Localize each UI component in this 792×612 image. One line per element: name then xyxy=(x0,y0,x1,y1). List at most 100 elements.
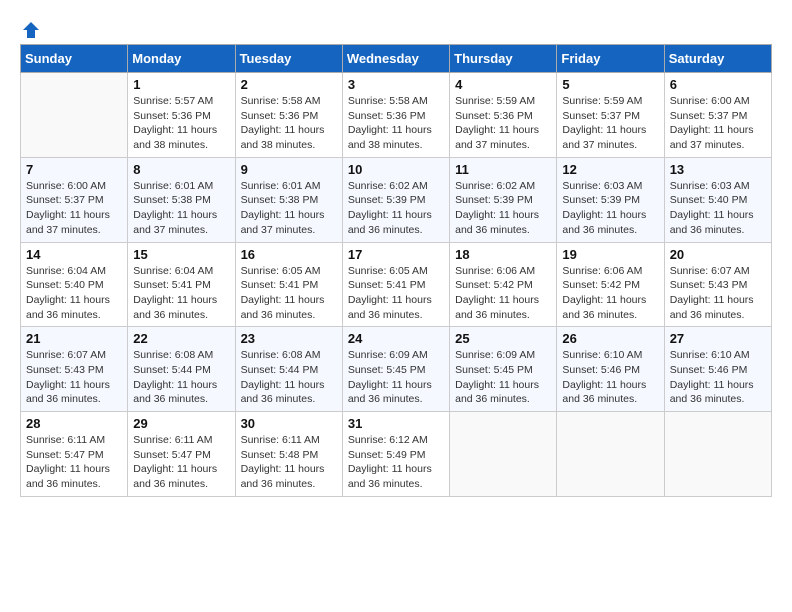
logo xyxy=(20,20,42,34)
calendar-cell: 20 Sunrise: 6:07 AM Sunset: 5:43 PM Dayli… xyxy=(664,242,771,327)
day-number: 28 xyxy=(26,416,122,431)
day-number: 10 xyxy=(348,162,444,177)
calendar-cell: 7 Sunrise: 6:00 AM Sunset: 5:37 PM Daylig… xyxy=(21,157,128,242)
calendar-cell xyxy=(664,412,771,497)
day-number: 17 xyxy=(348,247,444,262)
day-number: 7 xyxy=(26,162,122,177)
calendar-cell: 4 Sunrise: 5:59 AM Sunset: 5:36 PM Daylig… xyxy=(450,73,557,158)
day-number: 5 xyxy=(562,77,658,92)
col-header-wednesday: Wednesday xyxy=(342,45,449,73)
calendar-table: SundayMondayTuesdayWednesdayThursdayFrid… xyxy=(20,44,772,497)
day-number: 16 xyxy=(241,247,337,262)
week-row-2: 7 Sunrise: 6:00 AM Sunset: 5:37 PM Daylig… xyxy=(21,157,772,242)
calendar-cell: 26 Sunrise: 6:10 AM Sunset: 5:46 PM Dayli… xyxy=(557,327,664,412)
cell-info: Sunrise: 6:00 AM Sunset: 5:37 PM Dayligh… xyxy=(26,179,122,238)
cell-info: Sunrise: 6:02 AM Sunset: 5:39 PM Dayligh… xyxy=(348,179,444,238)
calendar-cell: 1 Sunrise: 5:57 AM Sunset: 5:36 PM Daylig… xyxy=(128,73,235,158)
cell-info: Sunrise: 6:02 AM Sunset: 5:39 PM Dayligh… xyxy=(455,179,551,238)
week-row-1: 1 Sunrise: 5:57 AM Sunset: 5:36 PM Daylig… xyxy=(21,73,772,158)
day-number: 20 xyxy=(670,247,766,262)
day-number: 25 xyxy=(455,331,551,346)
cell-info: Sunrise: 6:06 AM Sunset: 5:42 PM Dayligh… xyxy=(455,264,551,323)
calendar-cell: 12Sunrise: 6:03 AM Sunset: 5:39 PM Dayli… xyxy=(557,157,664,242)
day-number: 11 xyxy=(455,162,551,177)
cell-info: Sunrise: 6:10 AM Sunset: 5:46 PM Dayligh… xyxy=(562,348,658,407)
day-number: 23 xyxy=(241,331,337,346)
cell-info: Sunrise: 6:11 AM Sunset: 5:47 PM Dayligh… xyxy=(133,433,229,492)
cell-info: Sunrise: 6:11 AM Sunset: 5:48 PM Dayligh… xyxy=(241,433,337,492)
calendar-cell xyxy=(557,412,664,497)
calendar-cell: 8 Sunrise: 6:01 AM Sunset: 5:38 PM Daylig… xyxy=(128,157,235,242)
calendar-cell: 22Sunrise: 6:08 AM Sunset: 5:44 PM Dayli… xyxy=(128,327,235,412)
cell-info: Sunrise: 5:58 AM Sunset: 5:36 PM Dayligh… xyxy=(241,94,337,153)
col-header-tuesday: Tuesday xyxy=(235,45,342,73)
calendar-cell: 18 Sunrise: 6:06 AM Sunset: 5:42 PM Dayli… xyxy=(450,242,557,327)
week-row-5: 28 Sunrise: 6:11 AM Sunset: 5:47 PM Dayli… xyxy=(21,412,772,497)
calendar-cell: 15 Sunrise: 6:04 AM Sunset: 5:41 PM Dayli… xyxy=(128,242,235,327)
calendar-cell: 27 Sunrise: 6:10 AM Sunset: 5:46 PM Dayli… xyxy=(664,327,771,412)
calendar-cell: 28 Sunrise: 6:11 AM Sunset: 5:47 PM Dayli… xyxy=(21,412,128,497)
cell-info: Sunrise: 6:04 AM Sunset: 5:41 PM Dayligh… xyxy=(133,264,229,323)
cell-info: Sunrise: 6:03 AM Sunset: 5:40 PM Dayligh… xyxy=(670,179,766,238)
calendar-cell: 14Sunrise: 6:04 AM Sunset: 5:40 PM Dayli… xyxy=(21,242,128,327)
cell-info: Sunrise: 5:57 AM Sunset: 5:36 PM Dayligh… xyxy=(133,94,229,153)
cell-info: Sunrise: 5:59 AM Sunset: 5:37 PM Dayligh… xyxy=(562,94,658,153)
cell-info: Sunrise: 6:05 AM Sunset: 5:41 PM Dayligh… xyxy=(241,264,337,323)
day-number: 8 xyxy=(133,162,229,177)
day-number: 19 xyxy=(562,247,658,262)
cell-info: Sunrise: 6:08 AM Sunset: 5:44 PM Dayligh… xyxy=(133,348,229,407)
calendar-cell: 16 Sunrise: 6:05 AM Sunset: 5:41 PM Dayli… xyxy=(235,242,342,327)
day-number: 18 xyxy=(455,247,551,262)
cell-info: Sunrise: 6:03 AM Sunset: 5:39 PM Dayligh… xyxy=(562,179,658,238)
cell-info: Sunrise: 6:07 AM Sunset: 5:43 PM Dayligh… xyxy=(670,264,766,323)
cell-info: Sunrise: 6:10 AM Sunset: 5:46 PM Dayligh… xyxy=(670,348,766,407)
day-number: 6 xyxy=(670,77,766,92)
day-number: 21 xyxy=(26,331,122,346)
cell-info: Sunrise: 6:01 AM Sunset: 5:38 PM Dayligh… xyxy=(133,179,229,238)
calendar-cell xyxy=(450,412,557,497)
calendar-cell: 17Sunrise: 6:05 AM Sunset: 5:41 PM Dayli… xyxy=(342,242,449,327)
day-number: 30 xyxy=(241,416,337,431)
calendar-cell: 3Sunrise: 5:58 AM Sunset: 5:36 PM Daylig… xyxy=(342,73,449,158)
header xyxy=(20,20,772,34)
day-number: 13 xyxy=(670,162,766,177)
calendar-cell: 29 Sunrise: 6:11 AM Sunset: 5:47 PM Dayli… xyxy=(128,412,235,497)
cell-info: Sunrise: 5:58 AM Sunset: 5:36 PM Dayligh… xyxy=(348,94,444,153)
cell-info: Sunrise: 6:08 AM Sunset: 5:44 PM Dayligh… xyxy=(241,348,337,407)
cell-info: Sunrise: 6:06 AM Sunset: 5:42 PM Dayligh… xyxy=(562,264,658,323)
col-header-thursday: Thursday xyxy=(450,45,557,73)
day-number: 31 xyxy=(348,416,444,431)
col-header-friday: Friday xyxy=(557,45,664,73)
col-header-monday: Monday xyxy=(128,45,235,73)
day-number: 27 xyxy=(670,331,766,346)
calendar-cell: 10 Sunrise: 6:02 AM Sunset: 5:39 PM Dayli… xyxy=(342,157,449,242)
day-number: 15 xyxy=(133,247,229,262)
day-number: 9 xyxy=(241,162,337,177)
cell-info: Sunrise: 6:12 AM Sunset: 5:49 PM Dayligh… xyxy=(348,433,444,492)
cell-info: Sunrise: 5:59 AM Sunset: 5:36 PM Dayligh… xyxy=(455,94,551,153)
calendar-cell xyxy=(21,73,128,158)
calendar-cell: 19 Sunrise: 6:06 AM Sunset: 5:42 PM Dayli… xyxy=(557,242,664,327)
day-number: 4 xyxy=(455,77,551,92)
calendar-cell: 9Sunrise: 6:01 AM Sunset: 5:38 PM Daylig… xyxy=(235,157,342,242)
calendar-cell: 6Sunrise: 6:00 AM Sunset: 5:37 PM Daylig… xyxy=(664,73,771,158)
calendar-cell: 2 Sunrise: 5:58 AM Sunset: 5:36 PM Daylig… xyxy=(235,73,342,158)
day-number: 2 xyxy=(241,77,337,92)
day-number: 1 xyxy=(133,77,229,92)
calendar-cell: 5 Sunrise: 5:59 AM Sunset: 5:37 PM Daylig… xyxy=(557,73,664,158)
calendar-cell: 13 Sunrise: 6:03 AM Sunset: 5:40 PM Dayli… xyxy=(664,157,771,242)
day-number: 29 xyxy=(133,416,229,431)
week-row-3: 14Sunrise: 6:04 AM Sunset: 5:40 PM Dayli… xyxy=(21,242,772,327)
calendar-cell: 11 Sunrise: 6:02 AM Sunset: 5:39 PM Dayli… xyxy=(450,157,557,242)
cell-info: Sunrise: 6:09 AM Sunset: 5:45 PM Dayligh… xyxy=(455,348,551,407)
calendar-cell: 23 Sunrise: 6:08 AM Sunset: 5:44 PM Dayli… xyxy=(235,327,342,412)
calendar-cell: 31 Sunrise: 6:12 AM Sunset: 5:49 PM Dayli… xyxy=(342,412,449,497)
cell-info: Sunrise: 6:11 AM Sunset: 5:47 PM Dayligh… xyxy=(26,433,122,492)
day-number: 14 xyxy=(26,247,122,262)
col-header-sunday: Sunday xyxy=(21,45,128,73)
logo-icon xyxy=(21,20,41,40)
day-number: 26 xyxy=(562,331,658,346)
calendar-cell: 21Sunrise: 6:07 AM Sunset: 5:43 PM Dayli… xyxy=(21,327,128,412)
calendar-cell: 30 Sunrise: 6:11 AM Sunset: 5:48 PM Dayli… xyxy=(235,412,342,497)
week-row-4: 21Sunrise: 6:07 AM Sunset: 5:43 PM Dayli… xyxy=(21,327,772,412)
